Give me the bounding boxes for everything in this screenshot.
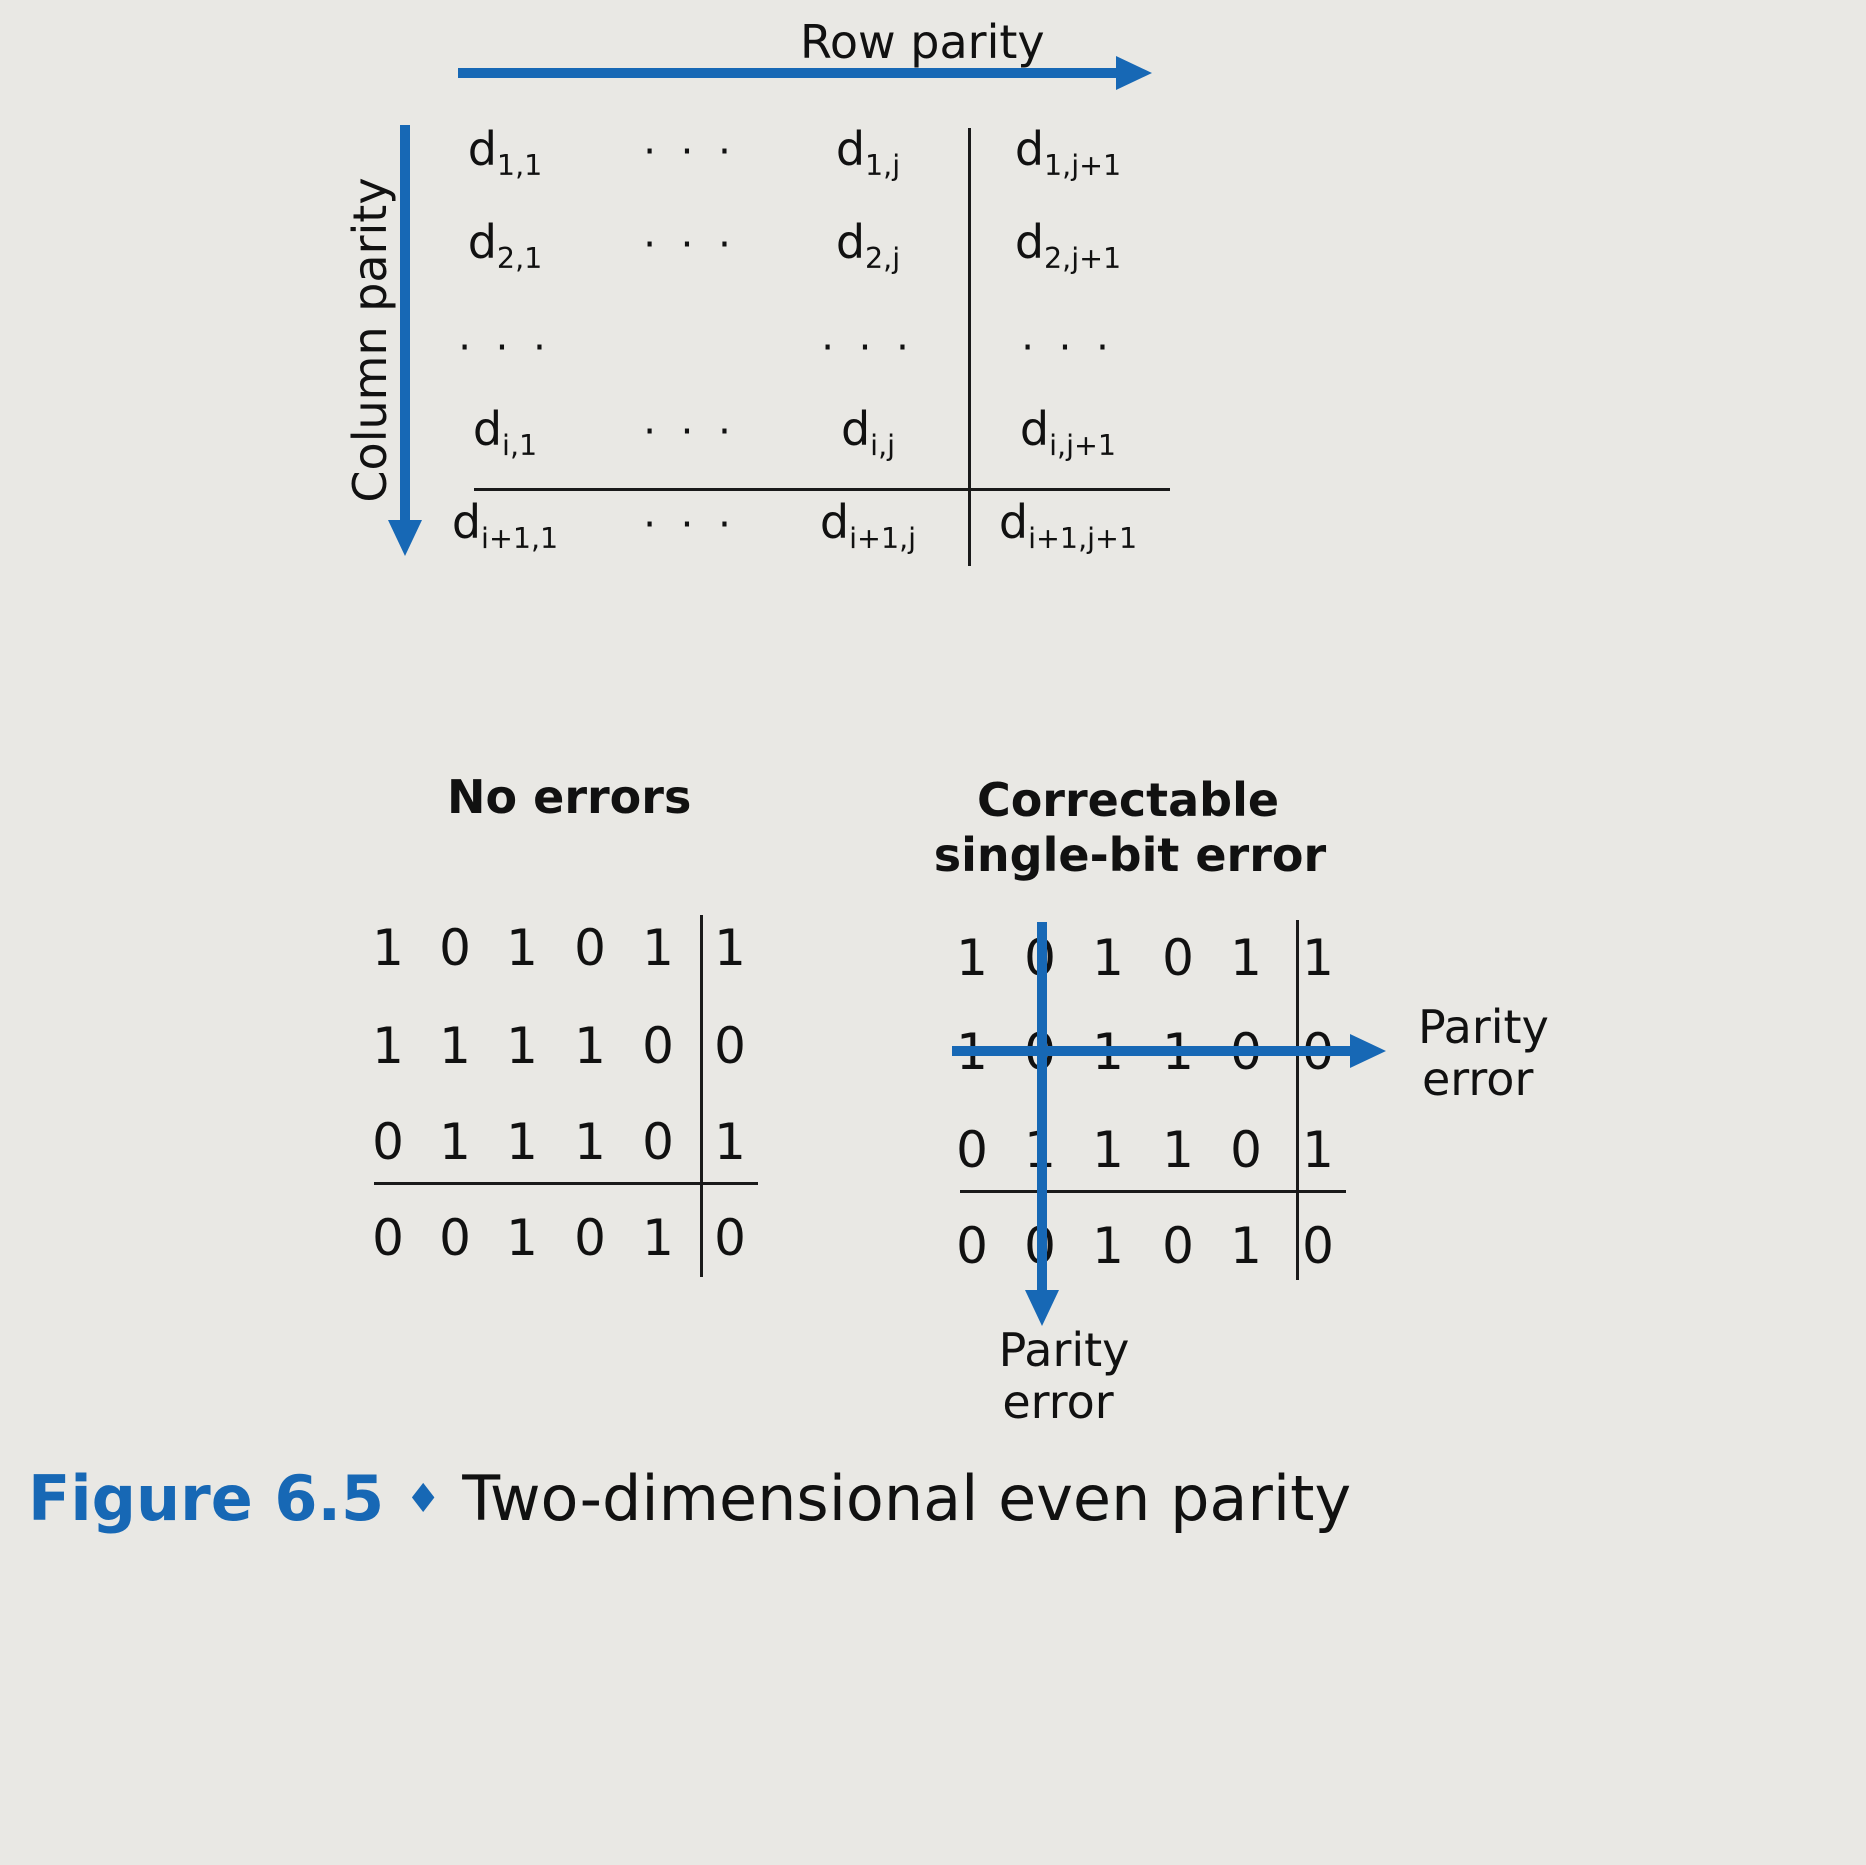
no-errors-vertical-divider xyxy=(700,915,703,1277)
ellipsis: · · · xyxy=(643,409,737,455)
no-errors-bit: 1 xyxy=(642,1209,674,1267)
matrix-cell: d2,j+1 xyxy=(1014,215,1122,275)
matrix-cell: di+1,j+1 xyxy=(998,495,1138,555)
no-errors-bit: 0 xyxy=(574,1209,606,1267)
matrix-cell: di,j+1 xyxy=(1019,402,1117,462)
correctable-bit: 1 xyxy=(1092,929,1124,987)
no-errors-bit: 0 xyxy=(642,1017,674,1075)
matrix-cell: di+1,j xyxy=(819,495,917,555)
caption-title: Two-dimensional even parity xyxy=(462,1462,1352,1535)
ellipsis: · · · xyxy=(821,325,915,371)
no-errors-bit: 0 xyxy=(439,1209,471,1267)
column-parity-label: Column parity xyxy=(343,177,397,503)
ellipsis: · · · xyxy=(643,129,737,175)
correctable-bit: 0 xyxy=(956,1217,988,1275)
figure-label: Figure 6.5 xyxy=(28,1462,385,1535)
no-errors-horizontal-divider xyxy=(374,1182,758,1185)
correctable-horizontal-divider xyxy=(960,1190,1346,1193)
matrix-cell: d1,j+1 xyxy=(1014,122,1122,182)
correctable-bit: 1 xyxy=(1092,1121,1124,1179)
matrix-cell: d1,1 xyxy=(467,122,543,182)
no-errors-bit: 1 xyxy=(506,1113,538,1171)
no-errors-bit: 1 xyxy=(714,919,746,977)
no-errors-title: No errors xyxy=(447,770,692,824)
correctable-bit: 1 xyxy=(1302,1121,1334,1179)
matrix-cell: di,j xyxy=(840,402,896,462)
matrix-cell: di,1 xyxy=(472,402,538,462)
no-errors-bit: 1 xyxy=(372,919,404,977)
no-errors-bit: 0 xyxy=(574,919,606,977)
no-errors-bit: 0 xyxy=(372,1209,404,1267)
correctable-subtitle: single-bit error xyxy=(933,828,1327,882)
no-errors-bit: 1 xyxy=(574,1017,606,1075)
correctable-bit: 0 xyxy=(956,1121,988,1179)
row-parity-label: Row parity xyxy=(800,15,1045,69)
ellipsis: · · · xyxy=(458,325,552,371)
no-errors-bit: 0 xyxy=(439,919,471,977)
correctable-bit: 1 xyxy=(1302,929,1334,987)
matrix-cell: d2,j xyxy=(835,215,901,275)
correctable-bit: 1 xyxy=(1230,929,1262,987)
matrix-cell: d2,1 xyxy=(467,215,543,275)
no-errors-bit: 1 xyxy=(439,1017,471,1075)
caption-separator: ♦ xyxy=(405,1476,442,1522)
ellipsis: · · · xyxy=(643,502,737,548)
no-errors-bit: 1 xyxy=(439,1113,471,1171)
no-errors-bit: 0 xyxy=(714,1017,746,1075)
matrix-vertical-divider xyxy=(968,128,971,566)
no-errors-bit: 1 xyxy=(642,919,674,977)
correctable-bit: 0 xyxy=(1302,1217,1334,1275)
correctable-title: Correctable xyxy=(976,773,1280,827)
correctable-bit: 1 xyxy=(1162,1121,1194,1179)
no-errors-bit: 1 xyxy=(506,919,538,977)
ellipsis: · · · xyxy=(1021,325,1115,371)
correctable-vertical-divider xyxy=(1296,920,1299,1280)
correctable-bit: 1 xyxy=(956,929,988,987)
no-errors-bit: 0 xyxy=(642,1113,674,1171)
no-errors-bit: 1 xyxy=(372,1017,404,1075)
matrix-cell: di+1,1 xyxy=(451,495,559,555)
no-errors-bit: 1 xyxy=(714,1113,746,1171)
no-errors-bit: 1 xyxy=(506,1209,538,1267)
matrix-cell: d1,j xyxy=(835,122,901,182)
ellipsis: · · · xyxy=(643,222,737,268)
no-errors-bit: 0 xyxy=(714,1209,746,1267)
matrix-horizontal-divider xyxy=(474,488,1170,491)
correctable-bit: 1 xyxy=(1092,1217,1124,1275)
no-errors-bit: 1 xyxy=(506,1017,538,1075)
correctable-bit: 0 xyxy=(1162,1217,1194,1275)
figure-caption: Figure 6.5 ♦ Two-dimensional even parity xyxy=(28,1462,1351,1535)
correctable-bit: 0 xyxy=(1230,1121,1262,1179)
no-errors-bit: 0 xyxy=(372,1113,404,1171)
correctable-bit: 0 xyxy=(1162,929,1194,987)
correctable-bit: 1 xyxy=(1230,1217,1262,1275)
no-errors-bit: 1 xyxy=(574,1113,606,1171)
